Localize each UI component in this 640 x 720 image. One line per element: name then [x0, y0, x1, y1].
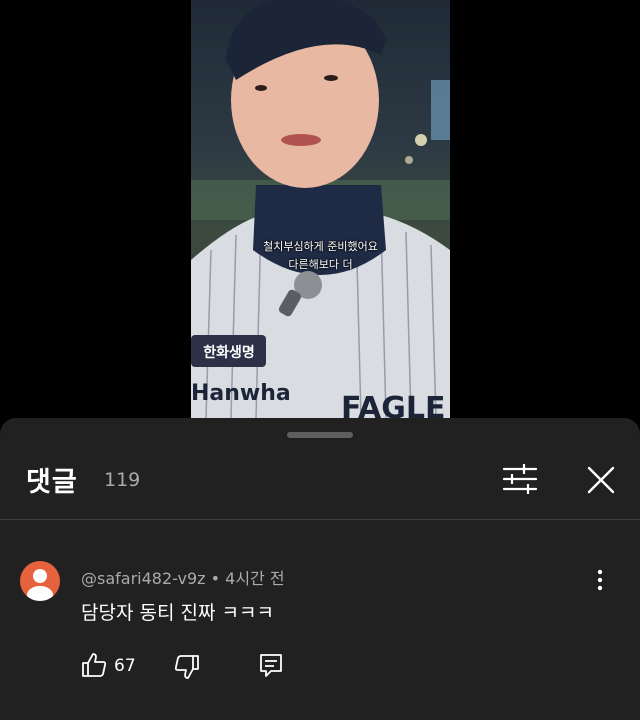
video-player[interactable]: 한화생명 Hanwha FAGLE 철치부심하게 준비했어요 다른해보다 더 — [0, 0, 640, 418]
reply-button[interactable] — [257, 651, 285, 679]
default-avatar-icon — [27, 569, 53, 601]
comment-author-meta[interactable]: @safari482-v9z • 4시간 전 — [81, 565, 285, 589]
comments-title: 댓글 — [26, 467, 78, 498]
video-frame[interactable]: 한화생명 Hanwha FAGLE 철치부심하게 준비했어요 다른해보다 더 — [191, 0, 450, 418]
svg-text:한화생명: 한화생명 — [203, 344, 255, 361]
thumbs-up-icon — [82, 653, 107, 677]
close-button[interactable] — [582, 461, 620, 499]
like-button[interactable] — [80, 651, 108, 679]
close-icon — [587, 466, 615, 494]
comment-text: 담당자 동티 진짜 ㅋㅋㅋ — [81, 602, 274, 624]
comments-sheet: 댓글 119 @safari482-v9z • 4시간 전 담당자 동티 진짜 … — [0, 418, 640, 720]
like-count: 67 — [114, 656, 136, 676]
svg-text:FAGLE: FAGLE — [341, 391, 446, 418]
reply-icon — [260, 654, 282, 677]
sheet-drag-handle[interactable] — [287, 432, 353, 438]
dislike-button[interactable] — [173, 653, 201, 681]
sort-filter-button[interactable] — [500, 460, 540, 498]
comments-count: 119 — [104, 469, 141, 491]
video-still-image: 한화생명 Hanwha FAGLE — [191, 0, 450, 418]
thumbs-down-icon — [174, 655, 199, 679]
video-subtitle-line-2: 다른해보다 더 — [288, 258, 353, 271]
sort-filter-icon — [502, 464, 538, 494]
svg-text:Hanwha: Hanwha — [191, 381, 291, 406]
video-subtitle-line-1: 철치부심하게 준비했어요 — [263, 240, 378, 253]
comment-more-button[interactable] — [588, 568, 612, 592]
more-vertical-icon — [597, 569, 603, 591]
avatar[interactable] — [20, 561, 60, 601]
header-divider — [0, 519, 640, 520]
